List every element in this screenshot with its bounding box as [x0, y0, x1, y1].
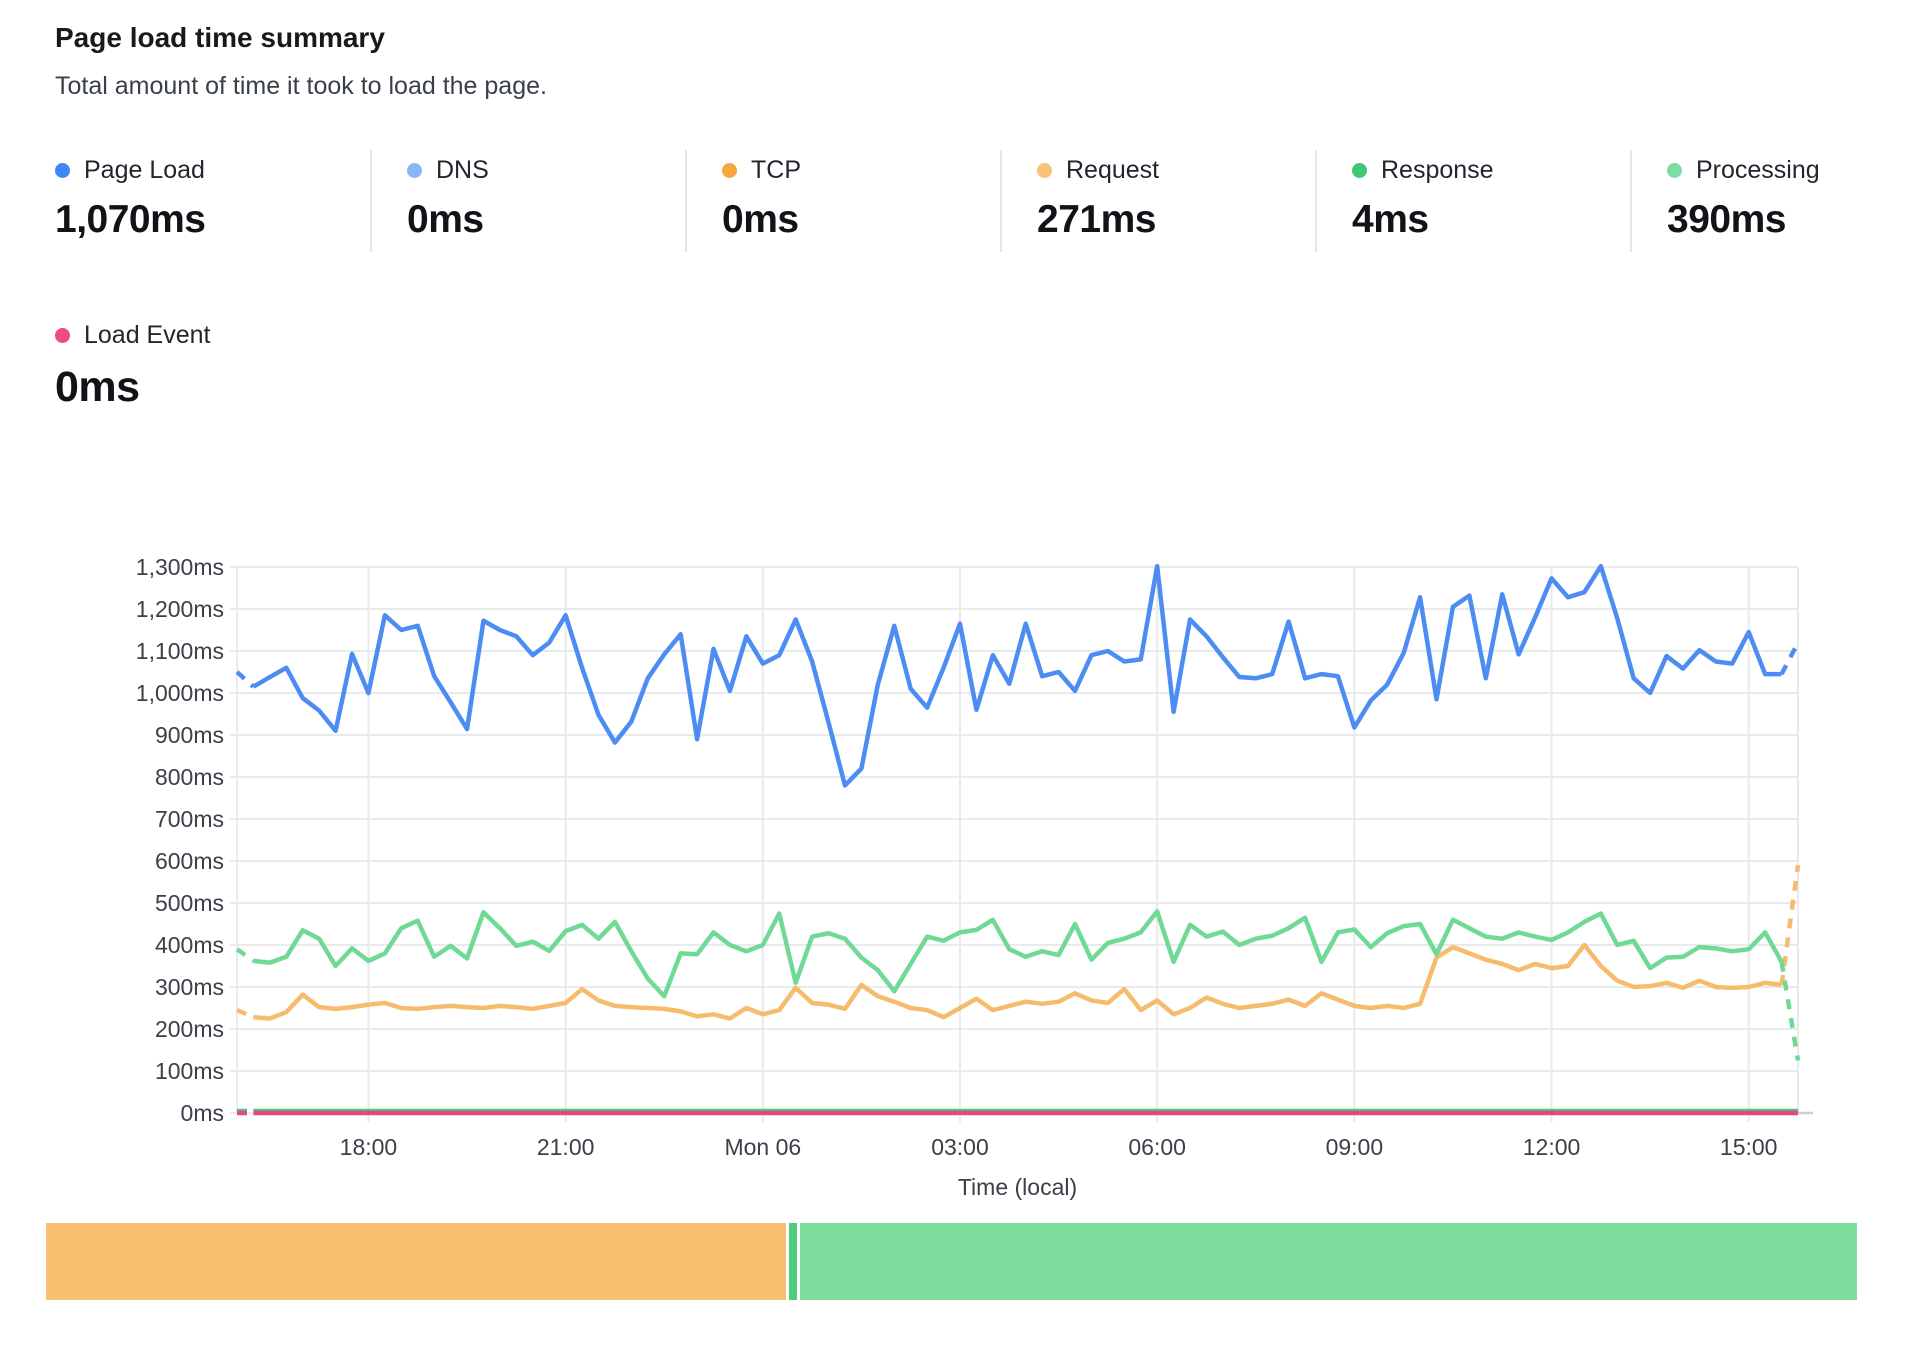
- request-legend-dot: [1037, 163, 1052, 178]
- y-axis-tick-label: 1,100ms: [136, 638, 224, 664]
- page-title: Page load time summary: [55, 22, 385, 54]
- metric-value: 4ms: [1352, 198, 1630, 242]
- timeline-bar-segment-1[interactable]: [46, 1223, 786, 1300]
- metric-page-load: Page Load 1,070ms: [55, 150, 370, 252]
- metric-label: Response: [1381, 156, 1494, 185]
- metric-label: TCP: [751, 156, 801, 185]
- metric-label: Page Load: [84, 156, 205, 185]
- y-axis-tick-label: 1,300ms: [136, 554, 224, 580]
- y-axis-tick-label: 300ms: [155, 974, 224, 1000]
- x-axis-tick-label: 12:00: [1523, 1134, 1581, 1160]
- y-axis-tick-label: 800ms: [155, 764, 224, 790]
- series-processing: [237, 949, 253, 961]
- chart-canvas[interactable]: 1,300ms 1,200ms 1,100ms 1,000ms 900ms 800ms 70…: [0, 430, 1910, 1220]
- dns-legend-dot: [407, 163, 422, 178]
- series-page-load: [237, 672, 253, 687]
- metrics-row-2: Load Event 0ms: [55, 315, 370, 422]
- x-axis-tick-label: 06:00: [1128, 1134, 1186, 1160]
- x-axis-tick-label: 15:00: [1720, 1134, 1778, 1160]
- response-legend-dot: [1352, 163, 1367, 178]
- metrics-row: Page Load 1,070ms DNS 0ms TCP 0ms Reques…: [55, 150, 1910, 252]
- y-axis-tick-label: 500ms: [155, 890, 224, 916]
- load-time-line-chart[interactable]: 1,300ms 1,200ms 1,100ms 1,000ms 900ms 800ms 70…: [0, 430, 1910, 1220]
- metric-value: 271ms: [1037, 198, 1315, 242]
- x-axis-tick-label: 09:00: [1326, 1134, 1384, 1160]
- metric-value: 0ms: [407, 198, 685, 242]
- y-axis-tick-label: 200ms: [155, 1016, 224, 1042]
- metric-label: Load Event: [84, 321, 211, 350]
- x-axis-title: Time (local): [958, 1174, 1077, 1200]
- metric-processing: Processing 390ms: [1630, 150, 1910, 252]
- status-timeline-bar[interactable]: [46, 1223, 1857, 1300]
- y-axis-tick-label: 100ms: [155, 1058, 224, 1084]
- metric-label: Request: [1066, 156, 1159, 185]
- metric-tcp: TCP 0ms: [685, 150, 1000, 252]
- series-page-load: [1782, 643, 1798, 675]
- y-axis-tick-label: 700ms: [155, 806, 224, 832]
- x-axis-tick-label: Mon 06: [724, 1134, 801, 1160]
- metric-label: DNS: [436, 156, 489, 185]
- timeline-bar-segment-2[interactable]: [789, 1223, 797, 1300]
- x-axis-tick-label: 03:00: [931, 1134, 989, 1160]
- x-axis-tick-label: 18:00: [340, 1134, 398, 1160]
- y-axis-tick-label: 900ms: [155, 722, 224, 748]
- load-event-legend-dot: [55, 328, 70, 343]
- metric-request: Request 271ms: [1000, 150, 1315, 252]
- tcp-legend-dot: [722, 163, 737, 178]
- metric-value: 0ms: [55, 363, 370, 412]
- metric-load-event: Load Event 0ms: [55, 315, 370, 422]
- y-axis-tick-label: 1,000ms: [136, 680, 224, 706]
- y-axis-tick-label: 1,200ms: [136, 596, 224, 622]
- page-load-legend-dot: [55, 163, 70, 178]
- metric-response: Response 4ms: [1315, 150, 1630, 252]
- series-request: [237, 1010, 253, 1017]
- y-axis-tick-label: 0ms: [181, 1100, 224, 1126]
- metric-label: Processing: [1696, 156, 1820, 185]
- page-subtitle: Total amount of time it took to load the…: [55, 72, 547, 101]
- page-load-summary-panel: Page load time summary Total amount of t…: [0, 0, 1910, 1352]
- metric-value: 1,070ms: [55, 198, 370, 242]
- processing-legend-dot: [1667, 163, 1682, 178]
- timeline-bar-segment-3[interactable]: [800, 1223, 1857, 1300]
- metric-value: 0ms: [722, 198, 1000, 242]
- metric-dns: DNS 0ms: [370, 150, 685, 252]
- metric-value: 390ms: [1667, 198, 1910, 242]
- y-axis-tick-label: 400ms: [155, 932, 224, 958]
- x-axis-tick-label: 21:00: [537, 1134, 595, 1160]
- y-axis-tick-label: 600ms: [155, 848, 224, 874]
